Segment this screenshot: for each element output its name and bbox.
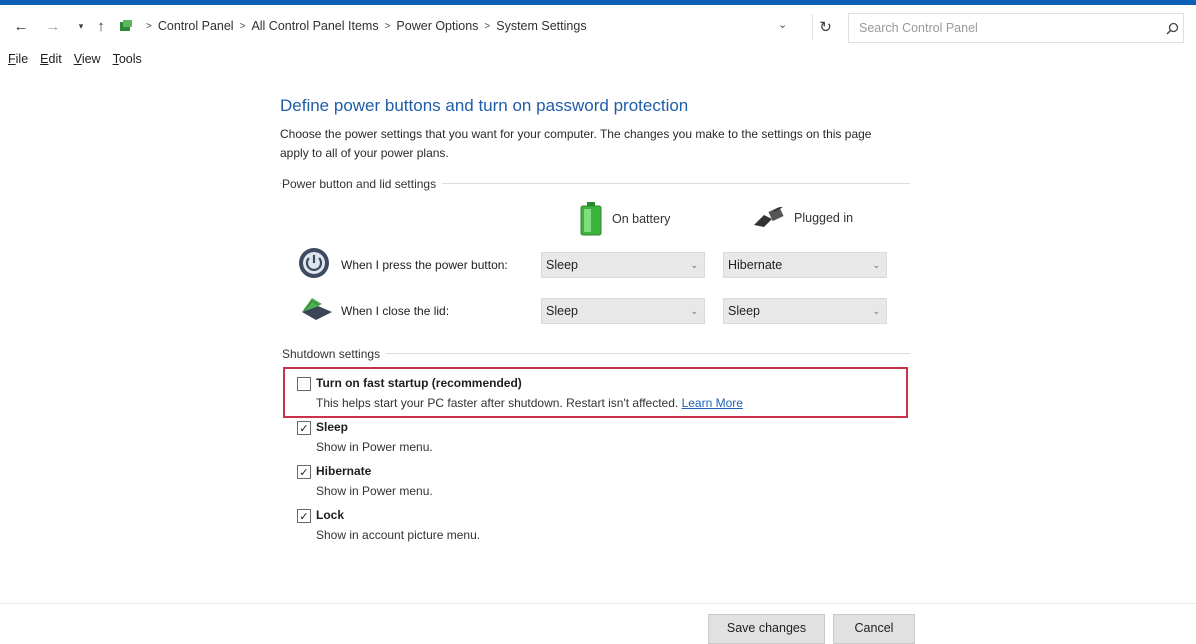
hibernate-option-subtitle: Show in Power menu.: [316, 484, 433, 498]
address-history-dropdown-icon[interactable]: ⌄: [778, 18, 787, 31]
page-title: Define power buttons and turn on passwor…: [280, 96, 689, 115]
search-icon[interactable]: [1161, 17, 1183, 39]
chevron-down-icon: ⌄: [872, 259, 880, 270]
lid-plugged-select[interactable]: Sleep ⌄: [723, 298, 887, 324]
search-input[interactable]: [859, 21, 1161, 35]
lid-battery-select[interactable]: Sleep ⌄: [541, 298, 705, 324]
chevron-down-icon: ⌄: [690, 305, 698, 316]
back-arrow-icon[interactable]: ←: [12, 17, 30, 35]
address-bar: ← → ▾ ↑ > Control Panel > All Control Pa…: [0, 5, 1196, 47]
menu-view[interactable]: View: [74, 52, 101, 66]
battery-icon: [580, 202, 602, 236]
select-value: Sleep: [546, 258, 578, 272]
lid-row-label: When I close the lid:: [341, 304, 450, 318]
save-changes-button[interactable]: Save changes: [708, 614, 825, 644]
learn-more-link[interactable]: Learn More: [682, 396, 743, 410]
lock-option-title: Lock: [316, 508, 345, 522]
power-plug-icon: [754, 207, 784, 227]
control-panel-icon: [120, 20, 132, 31]
select-value: Sleep: [728, 304, 760, 318]
lock-checkbox[interactable]: ✓: [297, 509, 311, 523]
fast-startup-highlight: [283, 367, 908, 418]
breadcrumb-all-items[interactable]: All Control Panel Items: [251, 19, 378, 33]
select-value: Hibernate: [728, 258, 783, 272]
power-button-icon: [299, 248, 329, 278]
breadcrumb[interactable]: > Control Panel > All Control Panel Item…: [112, 11, 808, 41]
menu-edit[interactable]: Edit: [40, 52, 62, 66]
power-buttons-group-label: Power button and lid settings: [282, 177, 443, 191]
breadcrumb-separator: >: [484, 20, 491, 32]
lock-option-subtitle: Show in account picture menu.: [316, 528, 481, 542]
breadcrumb-separator: >: [239, 20, 246, 32]
power-button-plugged-select[interactable]: Hibernate ⌄: [723, 252, 887, 278]
hibernate-checkbox[interactable]: ✓: [297, 465, 311, 479]
plugged-column-label: Plugged in: [794, 211, 854, 225]
laptop-lid-icon: [302, 298, 332, 320]
breadcrumb-separator: >: [146, 20, 152, 32]
power-button-row-label: When I press the power button:: [341, 258, 508, 272]
plugged-column-header: Plugged in: [752, 207, 853, 229]
sleep-option-subtitle: Show in Power menu.: [316, 440, 433, 454]
power-button-battery-select[interactable]: Sleep ⌄: [541, 252, 705, 278]
select-value: Sleep: [546, 304, 578, 318]
fast-startup-subtitle: This helps start your PC faster after sh…: [316, 396, 743, 410]
fast-startup-description: This helps start your PC faster after sh…: [316, 396, 679, 410]
page-description: Choose the power settings that you want …: [280, 127, 872, 160]
sleep-checkbox[interactable]: ✓: [297, 421, 311, 435]
menu-tools[interactable]: Tools: [113, 52, 142, 66]
breadcrumb-system-settings[interactable]: System Settings: [496, 19, 586, 33]
shutdown-group-label: Shutdown settings: [282, 347, 387, 361]
up-arrow-icon[interactable]: ↑: [92, 17, 110, 35]
cancel-button[interactable]: Cancel: [833, 614, 915, 644]
breadcrumb-separator: >: [384, 20, 391, 32]
breadcrumb-control-panel[interactable]: Control Panel: [158, 19, 234, 33]
search-box[interactable]: [848, 13, 1184, 43]
sleep-option-title: Sleep: [316, 420, 349, 434]
menu-file[interactable]: File: [8, 52, 28, 66]
fast-startup-title: Turn on fast startup (recommended): [316, 376, 522, 390]
battery-column-label: On battery: [612, 212, 671, 226]
chevron-down-icon: ⌄: [690, 259, 698, 270]
fast-startup-checkbox[interactable]: [297, 377, 311, 391]
hibernate-option-title: Hibernate: [316, 464, 372, 478]
footer-divider: [0, 603, 1196, 604]
chevron-down-icon: ⌄: [872, 305, 880, 316]
menu-bar: File Edit View Tools: [8, 52, 142, 66]
recent-locations-dropdown-icon[interactable]: ▾: [72, 17, 90, 35]
forward-arrow-icon[interactable]: →: [44, 17, 62, 35]
refresh-icon[interactable]: ↻: [812, 14, 838, 40]
battery-column-header: On battery: [580, 202, 670, 236]
breadcrumb-power-options[interactable]: Power Options: [396, 19, 478, 33]
